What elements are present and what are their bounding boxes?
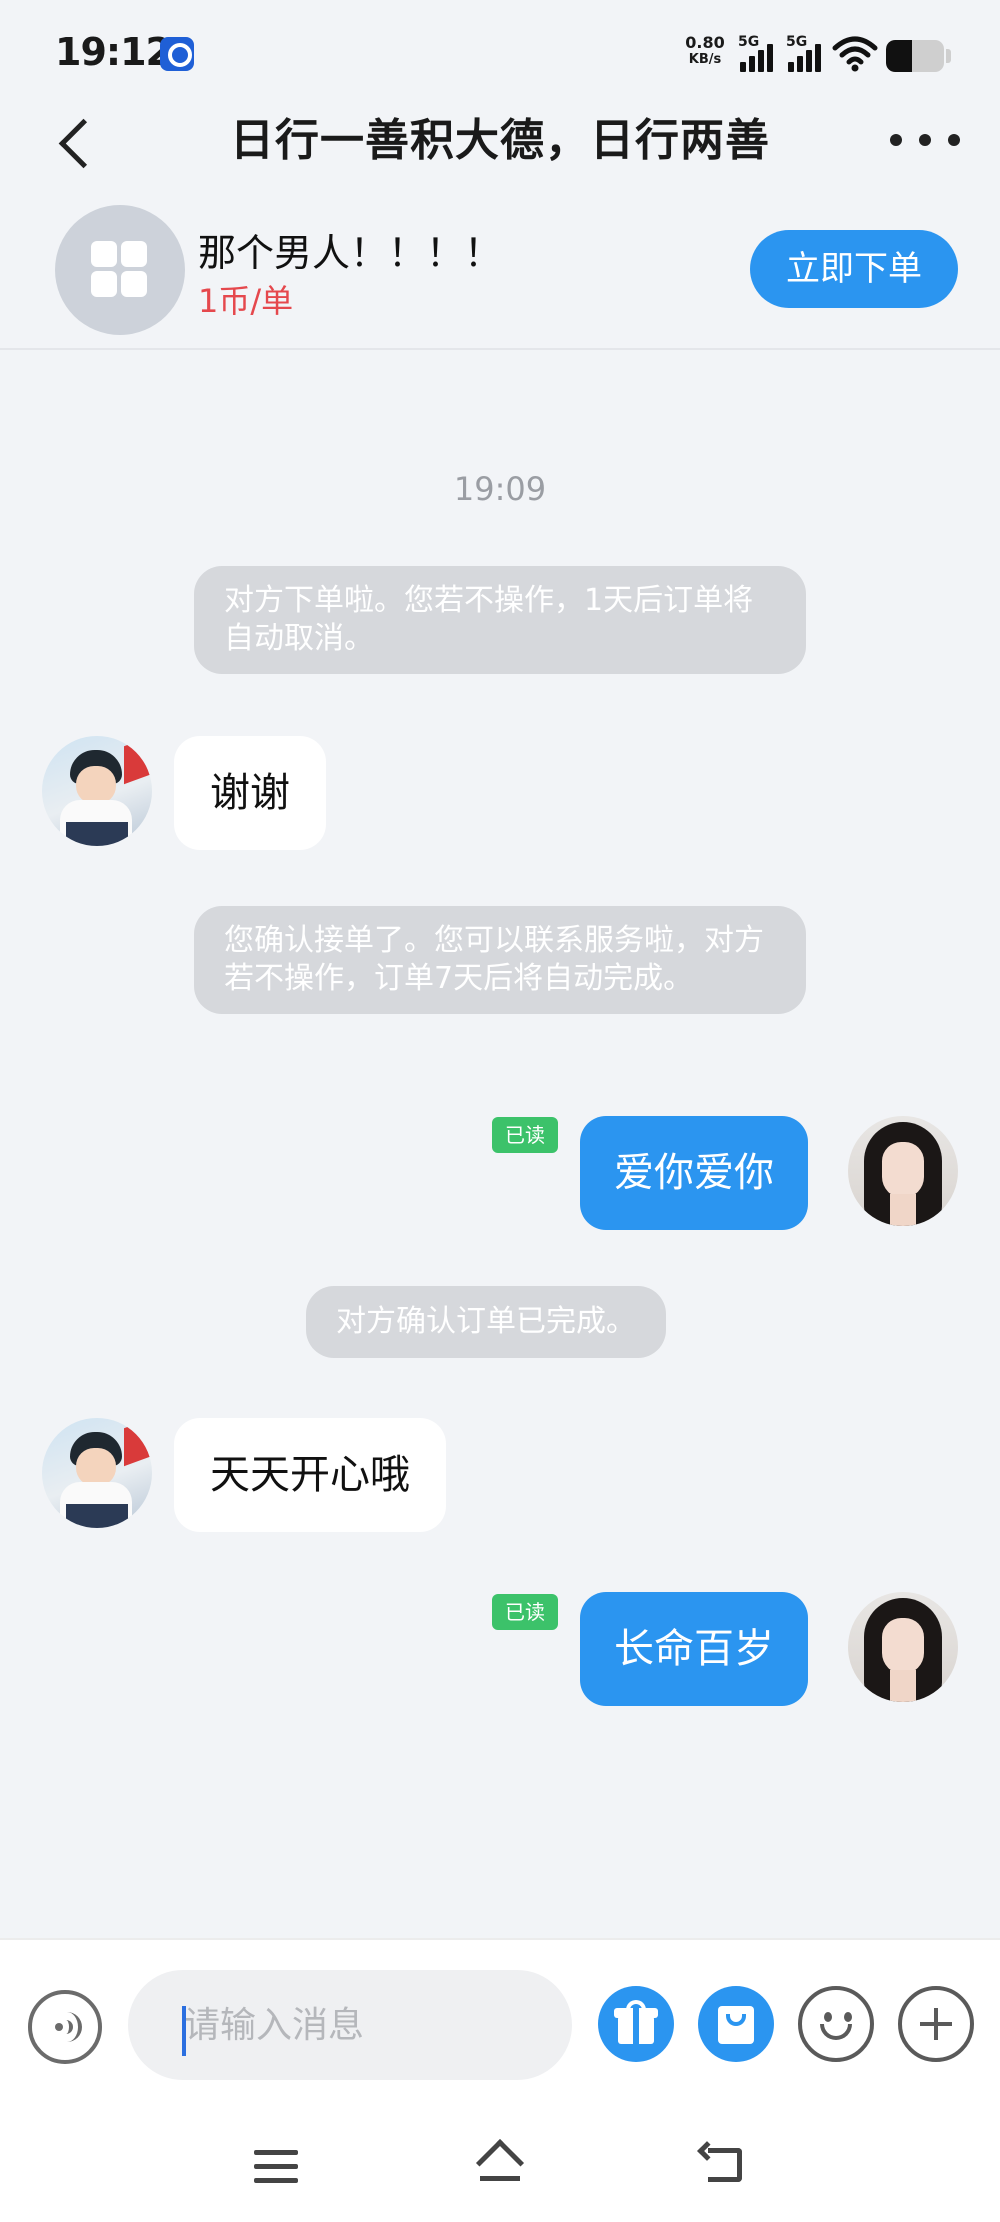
signal-label: 5G [786, 34, 808, 50]
gift-icon[interactable] [598, 1986, 674, 2062]
order-now-button[interactable]: 立即下单 [750, 230, 958, 308]
page-title: 日行一善积大德，日行两善 [230, 115, 770, 166]
network-speed: 0.80 KB/s [680, 34, 730, 68]
red-packet-icon[interactable] [698, 1986, 774, 2062]
system-message: 对方下单啦。您若不操作，1天后订单将自动取消。 [194, 566, 806, 674]
more-dots-icon[interactable] [890, 120, 960, 160]
incoming-message[interactable]: 天天开心哦 [174, 1418, 446, 1532]
message-input[interactable] [128, 1970, 572, 2080]
battery-icon [886, 40, 944, 72]
plus-icon[interactable] [898, 1986, 974, 2062]
outgoing-message[interactable]: 长命百岁 [580, 1592, 808, 1706]
signal-icon: 5G [738, 34, 782, 72]
product-thumbnail[interactable] [55, 205, 185, 335]
message-input-bar [0, 1938, 1000, 2108]
network-speed-value: 0.80 [685, 33, 725, 52]
system-navigation-bar [0, 2108, 1000, 2222]
chat-timestamp: 19:09 [453, 470, 547, 508]
system-message: 对方确认订单已完成。 [306, 1286, 666, 1358]
incoming-message[interactable]: 谢谢 [174, 736, 326, 850]
app-notification-icon [160, 37, 194, 71]
network-speed-unit: KB/s [688, 52, 722, 67]
wifi-icon [832, 36, 878, 72]
text-cursor [182, 2006, 186, 2056]
contact-avatar[interactable] [42, 736, 152, 846]
read-badge: 已读 [492, 1117, 558, 1153]
voice-icon[interactable] [28, 1990, 102, 2064]
recent-apps-icon[interactable] [254, 2150, 298, 2184]
my-avatar[interactable] [848, 1592, 958, 1702]
signal-icon: 5G [786, 34, 830, 72]
product-card[interactable]: 那个男人！！！！ 1币/单 立即下单 [0, 200, 1000, 350]
system-message: 您确认接单了。您可以联系服务啦，对方若不操作，订单7天后将自动完成。 [194, 906, 806, 1014]
my-avatar[interactable] [848, 1116, 958, 1226]
contact-avatar[interactable] [42, 1418, 152, 1528]
chat-header: 日行一善积大德，日行两善 [0, 90, 1000, 200]
product-name: 那个男人！！！！ [198, 231, 503, 275]
product-price: 1币/单 [198, 282, 294, 320]
signal-label: 5G [738, 34, 760, 50]
system-back-icon[interactable] [697, 2141, 746, 2186]
emoji-icon[interactable] [798, 1986, 874, 2062]
status-time: 19:12 [55, 30, 172, 74]
home-icon[interactable] [474, 2138, 526, 2188]
read-badge: 已读 [492, 1594, 558, 1630]
battery-tip [946, 49, 951, 63]
outgoing-message[interactable]: 爱你爱你 [580, 1116, 808, 1230]
